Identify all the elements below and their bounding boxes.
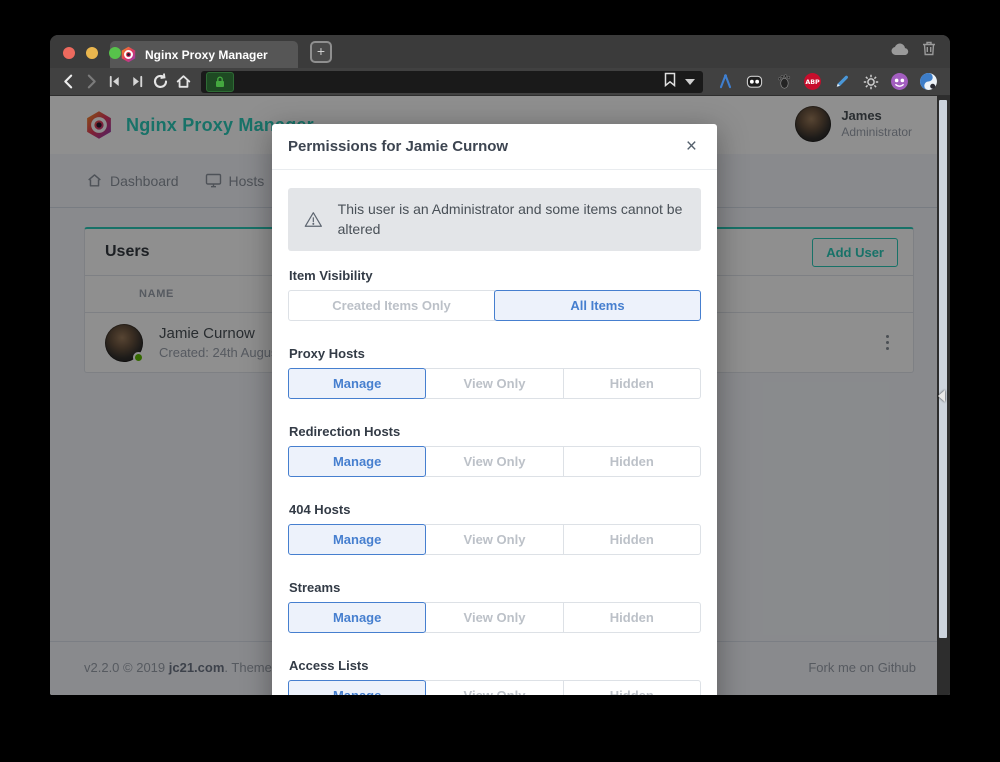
home-button[interactable] bbox=[172, 71, 195, 93]
option-manage[interactable]: Manage bbox=[288, 368, 426, 399]
option-hidden[interactable]: Hidden bbox=[563, 524, 701, 555]
modal-title: Permissions for Jamie Curnow bbox=[288, 138, 508, 155]
perm-section-label: Access Lists bbox=[289, 658, 700, 673]
sync-cloud-icon[interactable] bbox=[891, 42, 910, 61]
perm-section-404-hosts: 404 Hosts ManageView OnlyHidden bbox=[288, 502, 701, 555]
extension-divider-tool-icon[interactable] bbox=[715, 71, 736, 92]
perm-section-item-visibility: Item Visibility Created Items OnlyAll Ite… bbox=[288, 268, 701, 321]
segmented-control: ManageView OnlyHidden bbox=[288, 368, 701, 399]
option-view-only[interactable]: View Only bbox=[425, 368, 563, 399]
url-bar[interactable] bbox=[201, 71, 703, 93]
perm-section-access-lists: Access Lists ManageView OnlyHidden bbox=[288, 658, 701, 695]
permissions-modal: Permissions for Jamie Curnow × This user… bbox=[272, 124, 717, 695]
tab-title: Nginx Proxy Manager bbox=[145, 48, 268, 62]
extension-stylus-pen-icon[interactable] bbox=[831, 71, 852, 92]
admin-alert: This user is an Administrator and some i… bbox=[288, 188, 701, 251]
option-view-only[interactable]: View Only bbox=[425, 524, 563, 555]
bookmark-icon[interactable] bbox=[664, 72, 676, 92]
trash-icon[interactable] bbox=[922, 41, 936, 61]
segmented-control: ManageView OnlyHidden bbox=[288, 680, 701, 695]
perm-section-label: Proxy Hosts bbox=[289, 346, 700, 361]
svg-text:ABP: ABP bbox=[805, 79, 820, 86]
option-hidden[interactable]: Hidden bbox=[563, 446, 701, 477]
browser-viewport: Nginx Proxy Manager James Administrator … bbox=[50, 96, 950, 695]
modal-body: This user is an Administrator and some i… bbox=[272, 170, 717, 695]
perm-section-label: Item Visibility bbox=[289, 268, 700, 283]
option-manage[interactable]: Manage bbox=[288, 602, 426, 633]
perm-section-label: 404 Hosts bbox=[289, 502, 700, 517]
zoom-window-button[interactable] bbox=[109, 47, 121, 59]
extension-purple-avatar-icon[interactable] bbox=[889, 71, 910, 92]
option-created-items-only[interactable]: Created Items Only bbox=[288, 290, 495, 321]
option-manage[interactable]: Manage bbox=[288, 680, 426, 695]
option-manage[interactable]: Manage bbox=[288, 524, 426, 555]
browser-titlebar: Nginx Proxy Manager + bbox=[50, 35, 950, 68]
option-all-items[interactable]: All Items bbox=[494, 290, 701, 321]
extension-gear-icon[interactable] bbox=[860, 71, 881, 92]
window-controls bbox=[63, 47, 121, 59]
option-view-only[interactable]: View Only bbox=[425, 446, 563, 477]
segmented-control: ManageView OnlyHidden bbox=[288, 524, 701, 555]
extension-gnome-foot-icon[interactable] bbox=[773, 71, 794, 92]
segmented-control: ManageView OnlyHidden bbox=[288, 602, 701, 633]
extension-container-goggles-icon[interactable] bbox=[744, 71, 765, 92]
npm-favicon bbox=[120, 46, 137, 63]
modal-sections: Item Visibility Created Items OnlyAll Ite… bbox=[288, 268, 701, 695]
reload-button[interactable] bbox=[149, 71, 172, 93]
bookmark-dropdown-icon[interactable] bbox=[685, 79, 695, 85]
modal-header: Permissions for Jamie Curnow × bbox=[272, 124, 717, 170]
browser-window: Nginx Proxy Manager + ABP bbox=[50, 35, 950, 695]
panel-toggle-arrow-icon[interactable] bbox=[938, 390, 945, 402]
extension-privacy-swirl-icon[interactable] bbox=[918, 71, 939, 92]
forward-button[interactable] bbox=[80, 71, 103, 93]
scrollbar-thumb[interactable] bbox=[939, 100, 947, 638]
option-hidden[interactable]: Hidden bbox=[563, 368, 701, 399]
segmented-control: ManageView OnlyHidden bbox=[288, 446, 701, 477]
perm-section-streams: Streams ManageView OnlyHidden bbox=[288, 580, 701, 633]
ssl-lock-icon[interactable] bbox=[206, 72, 234, 92]
option-view-only[interactable]: View Only bbox=[425, 602, 563, 633]
close-window-button[interactable] bbox=[63, 47, 75, 59]
perm-section-label: Streams bbox=[289, 580, 700, 595]
perm-section-proxy-hosts: Proxy Hosts ManageView OnlyHidden bbox=[288, 346, 701, 399]
minimize-window-button[interactable] bbox=[86, 47, 98, 59]
rewind-button[interactable] bbox=[103, 71, 126, 93]
admin-alert-text: This user is an Administrator and some i… bbox=[338, 200, 685, 239]
segmented-control: Created Items OnlyAll Items bbox=[288, 290, 701, 321]
option-manage[interactable]: Manage bbox=[288, 446, 426, 477]
fast-forward-button[interactable] bbox=[126, 71, 149, 93]
option-view-only[interactable]: View Only bbox=[425, 680, 563, 695]
extension-adblock-plus-icon[interactable]: ABP bbox=[802, 71, 823, 92]
option-hidden[interactable]: Hidden bbox=[563, 680, 701, 695]
new-tab-button[interactable]: + bbox=[310, 41, 332, 63]
browser-toolbar: ABP bbox=[50, 68, 950, 96]
warning-icon bbox=[304, 210, 323, 229]
browser-tab[interactable]: Nginx Proxy Manager bbox=[110, 41, 298, 68]
perm-section-redirection-hosts: Redirection Hosts ManageView OnlyHidden bbox=[288, 424, 701, 477]
option-hidden[interactable]: Hidden bbox=[563, 602, 701, 633]
perm-section-label: Redirection Hosts bbox=[289, 424, 700, 439]
back-button[interactable] bbox=[57, 71, 80, 93]
close-icon[interactable]: × bbox=[682, 135, 701, 158]
